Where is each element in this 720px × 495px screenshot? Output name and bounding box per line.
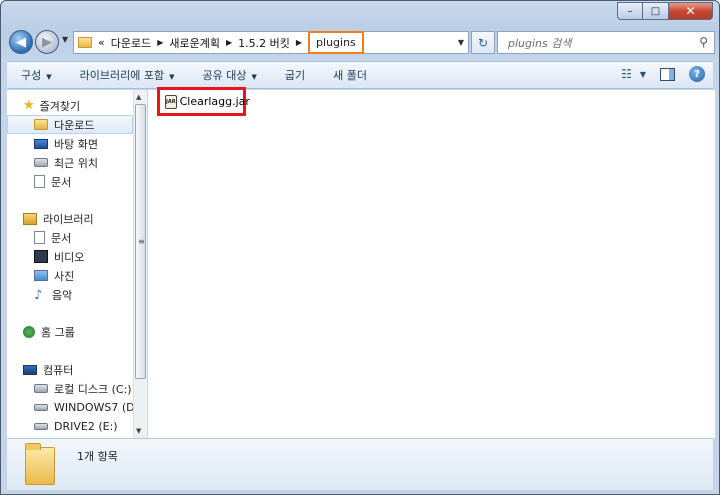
music-note-icon: ♪ (34, 288, 43, 303)
sidebar-item-downloads[interactable]: 다운로드 (7, 115, 133, 134)
folder-icon (78, 37, 92, 48)
sidebar-item-music[interactable]: ♪ 음악 (34, 285, 72, 304)
caret-down-icon: ▼ (169, 73, 175, 81)
scroll-up-icon[interactable]: ▲ (136, 93, 141, 101)
caption-buttons: – □ ✕ (617, 2, 713, 20)
share-with-button[interactable]: 공유 대상 ▼ (189, 67, 271, 83)
library-icon (23, 212, 37, 225)
scroll-down-icon[interactable]: ▼ (136, 427, 141, 435)
downloads-folder-icon (34, 119, 48, 130)
include-in-library-button[interactable]: 라이브러리에 포함 ▼ (66, 67, 189, 83)
navigation-bar: ◀ ▶ ▼ « 다운로드 ▶ 새로운계획 ▶ 1.5.2 버킷 ▶ plugin… (7, 29, 715, 57)
sidebar-item-documents[interactable]: 문서 (34, 228, 71, 247)
document-icon (34, 231, 45, 244)
drive-icon (34, 423, 48, 430)
star-icon: ★ (23, 98, 35, 113)
file-name: Clearlagg.jar (179, 95, 250, 108)
sidebar-item-libraries[interactable]: 라이브러리 (23, 209, 94, 228)
picture-icon (34, 270, 48, 281)
sidebar-item-desktop[interactable]: 바탕 화면 (34, 134, 98, 153)
navigation-pane: ★ 즐겨찾기 다운로드 바탕 화면 최근 위치 문서 라이브러리 문서 비디오 사… (7, 90, 133, 438)
file-item-clearlagg[interactable]: JAR Clearlagg.jar (157, 87, 250, 116)
explorer-window: – □ ✕ ◀ ▶ ▼ « 다운로드 ▶ 새로운계획 ▶ 1.5.2 버킷 ▶ … (0, 0, 720, 495)
drive-icon (34, 404, 48, 411)
organize-button[interactable]: 구성 ▼ (7, 67, 66, 83)
computer-icon (23, 364, 37, 375)
refresh-button[interactable]: ↻ (471, 31, 495, 54)
search-placeholder: plugins 검색 (508, 36, 572, 50)
sidebar-item-documents-fav[interactable]: 문서 (34, 172, 71, 191)
system-drive-icon (34, 384, 48, 393)
burn-button[interactable]: 굽기 (271, 67, 319, 83)
grip-icon: ≡ (138, 237, 145, 246)
video-icon (34, 250, 48, 263)
desktop-icon (34, 138, 48, 149)
sidebar-item-windows7[interactable]: WINDOWS7 (D:) (34, 398, 133, 417)
jar-file-icon: JAR (165, 94, 177, 109)
file-list: JAR Clearlagg.jar (148, 87, 715, 438)
recent-pages-dropdown-icon[interactable]: ▼ (62, 35, 68, 44)
sidebar-item-homegroup[interactable]: 홈 그룹 (23, 322, 75, 341)
chevron-right-icon[interactable]: ▶ (296, 38, 302, 47)
help-icon[interactable]: ? (689, 66, 705, 82)
sidebar-item-pictures[interactable]: 사진 (34, 266, 74, 285)
view-options-icon[interactable]: ☷ (621, 67, 632, 81)
sidebar-item-videos[interactable]: 비디오 (34, 247, 84, 266)
view-controls: ☷ ▼ ? (607, 66, 705, 82)
item-count: 1개 항목 (77, 450, 118, 463)
address-dropdown-icon[interactable]: ▼ (458, 38, 464, 47)
address-bar[interactable]: « 다운로드 ▶ 새로운계획 ▶ 1.5.2 버킷 ▶ plugins ▼ (73, 31, 469, 54)
folder-icon (25, 443, 55, 485)
document-icon (34, 175, 45, 188)
preview-pane-icon[interactable] (660, 67, 675, 81)
back-button[interactable]: ◀ (9, 30, 33, 54)
forward-button[interactable]: ▶ (35, 30, 59, 54)
sidebar-item-favorites[interactable]: ★ 즐겨찾기 (23, 96, 80, 115)
breadcrumb-overflow[interactable]: « (98, 36, 105, 49)
navigation-scrollbar[interactable]: ▲ ≡ ▼ (133, 90, 147, 438)
minimize-button[interactable]: – (617, 2, 643, 20)
sidebar-item-recent[interactable]: 최근 위치 (34, 153, 98, 172)
homegroup-icon (23, 325, 35, 338)
command-bar: 구성 ▼ 라이브러리에 포함 ▼ 공유 대상 ▼ 굽기 새 폴더 ☷ ▼ ? (7, 61, 713, 89)
search-box[interactable]: plugins 검색 ⚲ (497, 31, 715, 54)
chevron-right-icon[interactable]: ▶ (226, 38, 232, 47)
caret-down-icon: ▼ (251, 73, 257, 81)
scrollbar-thumb[interactable]: ≡ (135, 104, 146, 379)
search-icon[interactable]: ⚲ (699, 35, 708, 49)
new-folder-button[interactable]: 새 폴더 (319, 67, 381, 83)
sidebar-item-local-disk[interactable]: 로컬 디스크 (C:) (34, 379, 132, 398)
sidebar-item-drive2[interactable]: DRIVE2 (E:) (34, 417, 118, 436)
view-dropdown-icon[interactable]: ▼ (640, 70, 646, 79)
details-pane: 1개 항목 (7, 438, 713, 490)
maximize-button[interactable]: □ (643, 2, 669, 20)
caret-down-icon: ▼ (46, 73, 52, 81)
breadcrumb-downloads[interactable]: 다운로드 (111, 35, 151, 51)
recent-places-icon (34, 158, 48, 167)
breadcrumb-current-plugins[interactable]: plugins (308, 31, 364, 54)
sidebar-item-computer[interactable]: 컴퓨터 (23, 360, 73, 379)
close-button[interactable]: ✕ (669, 2, 713, 20)
breadcrumb-bukkit[interactable]: 1.5.2 버킷 (238, 35, 290, 51)
chevron-right-icon[interactable]: ▶ (157, 38, 163, 47)
breadcrumb-new-plan[interactable]: 새로운계획 (169, 35, 220, 51)
